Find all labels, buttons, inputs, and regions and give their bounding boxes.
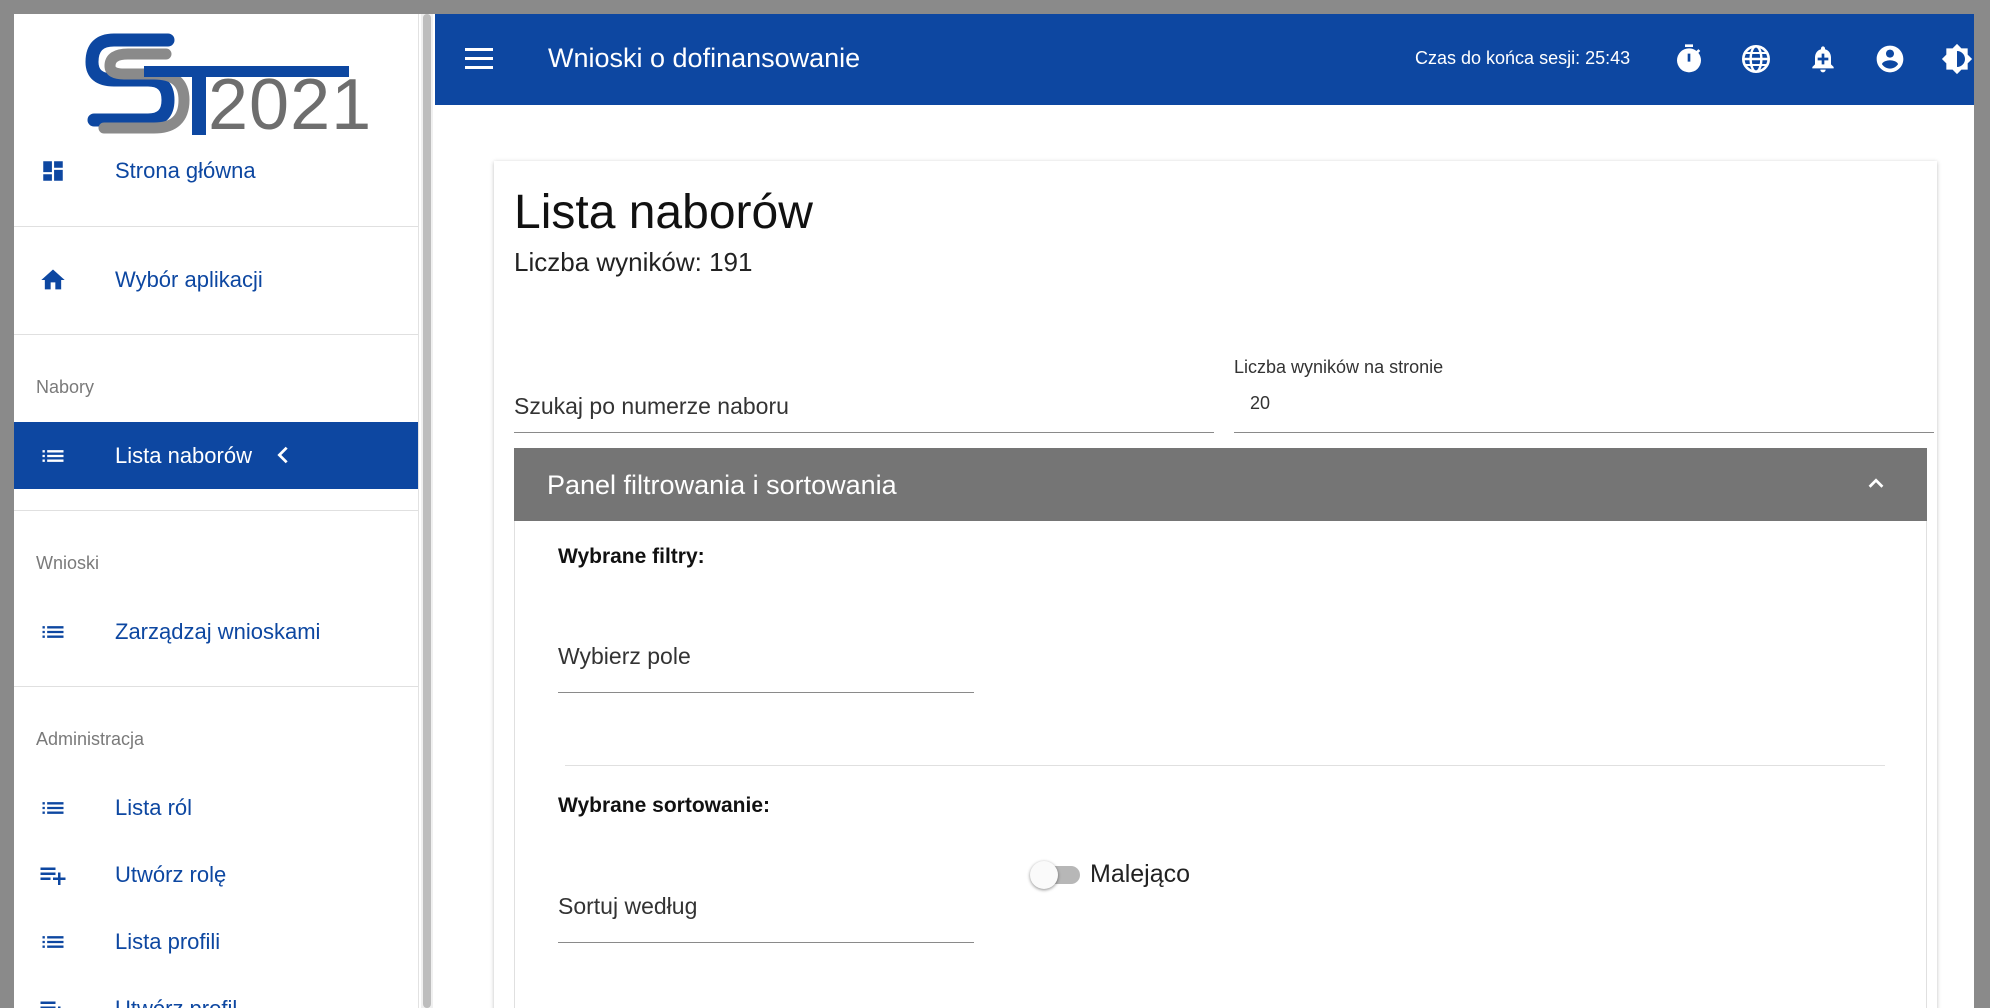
- top-app-bar: Wnioski o dofinansowanie Czas do końca s…: [435, 14, 1974, 105]
- sidebar-item-label: Strona główna: [115, 157, 256, 183]
- sidebar-divider: [14, 334, 418, 335]
- search-by-number-input[interactable]: Szukaj po numerze naboru: [514, 393, 1214, 433]
- result-count: Liczba wyników: 191: [514, 247, 753, 277]
- sidebar-item-profile-list[interactable]: Lista profili: [14, 908, 418, 975]
- sidebar-item-label: Lista naborów: [115, 442, 252, 468]
- list-icon: [38, 441, 68, 471]
- sort-by-placeholder: Sortuj według: [558, 893, 698, 919]
- panel-divider: [565, 765, 1885, 766]
- page-title: Lista naborów: [514, 186, 813, 239]
- app-window: 2021 Strona główna Wybór aplikacji Nabor…: [14, 14, 1974, 1008]
- results-per-page-select[interactable]: Liczba wyników na stronie 20: [1234, 357, 1934, 433]
- notification-bell-icon[interactable]: [1807, 43, 1839, 75]
- sidebar-divider: [14, 686, 418, 687]
- globe-icon[interactable]: [1740, 43, 1772, 75]
- sidebar: 2021 Strona główna Wybór aplikacji Nabor…: [14, 14, 419, 1008]
- section-label-administracja: Administracja: [36, 729, 145, 749]
- hamburger-menu-icon[interactable]: [465, 46, 495, 72]
- sidebar-item-create-profile[interactable]: Utwórz profil: [14, 975, 418, 1008]
- toggle-knob: [1030, 861, 1058, 889]
- sidebar-item-app-selection[interactable]: Wybór aplikacji: [14, 246, 418, 313]
- search-input-placeholder: Szukaj po numerze naboru: [514, 393, 789, 419]
- field-select-dropdown[interactable]: Wybierz pole: [558, 643, 974, 693]
- panel-title: Panel filtrowania i sortowania: [547, 470, 897, 500]
- app-title: Wnioski o dofinansowanie: [548, 43, 861, 73]
- playlist-add-icon: [38, 860, 68, 890]
- list-icon: [38, 793, 68, 823]
- descending-label: Malejąco: [1090, 860, 1191, 888]
- dashboard-icon: [38, 156, 68, 186]
- account-icon[interactable]: [1874, 43, 1906, 75]
- sidebar-item-label: Lista ról: [115, 794, 193, 820]
- sidebar-item-recruitment-list[interactable]: Lista naborów: [14, 422, 418, 489]
- sort-by-dropdown[interactable]: Sortuj według: [558, 893, 974, 943]
- filter-sort-panel-body: Wybrane filtry: Wybierz pole Wybrane sor…: [514, 521, 1927, 1008]
- session-timer-text: Czas do końca sesji: 25:43: [1415, 48, 1631, 68]
- results-per-page-value: 20: [1250, 393, 1271, 413]
- sidebar-item-label: Zarządzaj wnioskami: [115, 618, 321, 644]
- sidebar-divider: [14, 226, 418, 227]
- contrast-icon[interactable]: [1941, 43, 1973, 75]
- sidebar-divider: [14, 510, 418, 511]
- chevron-up-icon[interactable]: [1865, 473, 1887, 495]
- logo-year: 2021: [208, 65, 373, 145]
- playlist-add-icon: [38, 994, 68, 1008]
- list-icon: [38, 617, 68, 647]
- section-label-nabory: Nabory: [36, 377, 95, 397]
- selected-filters-label: Wybrane filtry:: [558, 545, 705, 568]
- sidebar-item-label: Lista profili: [115, 928, 221, 954]
- field-select-placeholder: Wybierz pole: [558, 643, 691, 669]
- sidebar-item-label: Wybór aplikacji: [115, 266, 263, 292]
- results-per-page-label: Liczba wyników na stronie: [1234, 357, 1444, 377]
- timer-icon[interactable]: [1673, 43, 1705, 75]
- list-icon: [38, 927, 68, 957]
- sidebar-item-label: Utwórz rolę: [115, 861, 227, 887]
- sidebar-item-label: Utwórz profil: [115, 995, 238, 1008]
- chevron-left-icon: [272, 442, 294, 473]
- filter-sort-panel-header[interactable]: Panel filtrowania i sortowania: [514, 448, 1927, 521]
- sidebar-item-create-role[interactable]: Utwórz rolę: [14, 841, 418, 908]
- cst2021-logo: 2021: [84, 22, 371, 147]
- selected-sorting-label: Wybrane sortowanie:: [558, 794, 770, 817]
- descending-toggle[interactable]: [1030, 859, 1084, 889]
- sidebar-item-home-page[interactable]: Strona główna: [14, 137, 418, 204]
- home-icon: [38, 265, 68, 295]
- sidebar-scrollbar-thumb[interactable]: [423, 14, 431, 1008]
- sidebar-item-manage-applications[interactable]: Zarządzaj wnioskami: [14, 598, 418, 665]
- section-label-wnioski: Wnioski: [36, 553, 100, 573]
- sidebar-item-role-list[interactable]: Lista ról: [14, 774, 418, 841]
- recruitment-list-card: Lista naborów Liczba wyników: 191 Szukaj…: [494, 161, 1937, 1008]
